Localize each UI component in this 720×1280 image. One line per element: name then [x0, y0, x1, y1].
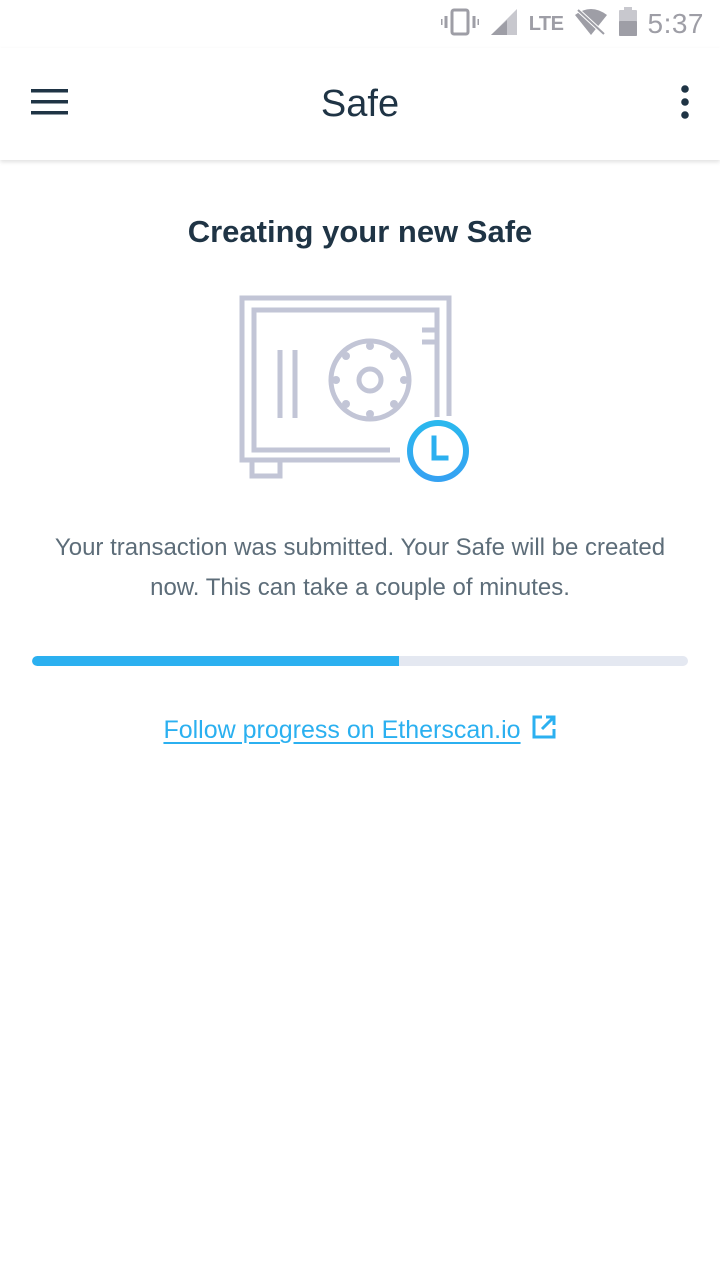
network-type: LTE — [528, 12, 564, 35]
more-vertical-icon — [680, 84, 690, 124]
status-time: 5:37 — [647, 8, 704, 39]
vibrate-icon — [439, 7, 481, 42]
battery-icon — [618, 6, 638, 42]
safe-clock-icon — [232, 288, 482, 492]
status-icons: LTE 5:37 — [439, 0, 704, 48]
progress-bar — [32, 656, 688, 666]
creating-safe-heading: Creating your new Safe — [187, 214, 533, 249]
status-bar: LTE 5:37 — [0, 0, 720, 48]
external-link-icon — [531, 714, 557, 747]
wifi-off-icon — [574, 7, 608, 42]
app-bar: Safe — [0, 48, 720, 160]
signal-icon — [489, 7, 519, 42]
more-options-button[interactable] — [670, 78, 700, 130]
page-title: Safe — [320, 82, 400, 125]
etherscan-link[interactable]: Follow progress on Etherscan.io — [0, 714, 720, 747]
status-description: Your transaction was submitted. Your Saf… — [54, 534, 666, 601]
etherscan-link-label: Follow progress on Etherscan.io — [163, 716, 521, 744]
progress-bar-fill — [32, 656, 400, 666]
